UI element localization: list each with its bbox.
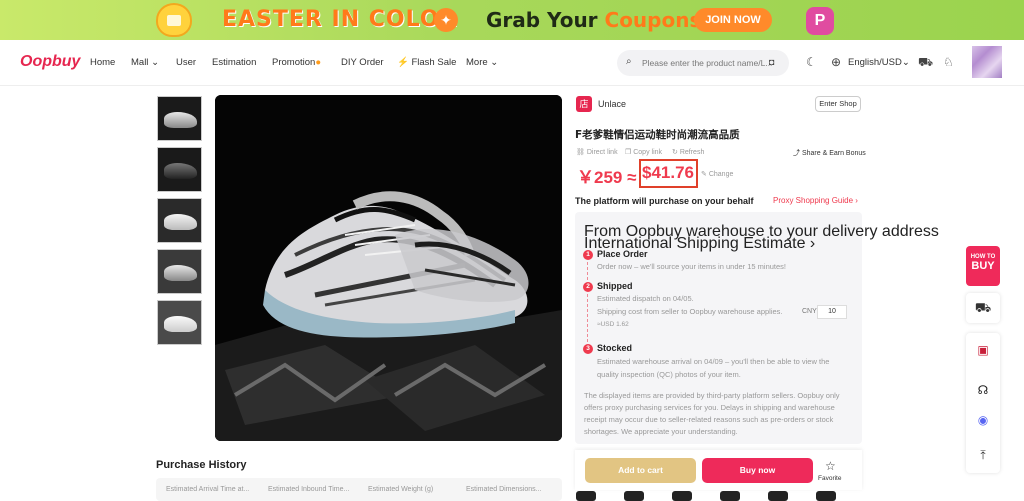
step-connector <box>587 294 588 342</box>
lightning-icon: ⚡ <box>397 57 409 68</box>
behalf-title: The platform will purchase on your behal… <box>575 196 754 206</box>
chevron-down-icon: ⌄ <box>490 57 499 68</box>
enter-shop-button[interactable]: Enter Shop <box>815 96 861 112</box>
moon-icon[interactable]: ☾ <box>806 55 817 69</box>
language-selector[interactable]: English/USD⌄ <box>848 57 910 68</box>
disclaimer-text: The displayed items are provided by thir… <box>584 391 840 436</box>
buy-now-button[interactable]: Buy now <box>702 458 813 483</box>
refresh-icon: ↻ <box>672 149 678 156</box>
shipping-cost-input[interactable]: 10 <box>817 305 847 319</box>
nav-flash-sale[interactable]: ⚡ Flash Sale <box>397 57 456 68</box>
related-item[interactable] <box>768 491 788 501</box>
how-to-buy-button[interactable]: HOW TO BUY <box>966 246 1000 286</box>
add-to-cart-button[interactable]: Add to cart <box>585 458 696 483</box>
egg-icon <box>156 3 192 37</box>
shop-icon: 店 <box>576 96 592 112</box>
top-nav: Oopbuy Home Mall ⌄ User Estimation Promo… <box>0 40 1024 86</box>
thumbnail[interactable] <box>157 249 202 294</box>
related-item[interactable] <box>672 491 692 501</box>
price-cny: ￥259 ≈ <box>577 168 637 187</box>
banner-title: EASTER IN COLOR <box>222 7 458 32</box>
gift-icon[interactable]: ▣ <box>966 343 1000 357</box>
search-input[interactable]: Please enter the product name/L... <box>642 58 772 68</box>
nav-promotion[interactable]: Promotion● <box>272 57 321 68</box>
copy-link-button[interactable]: ❐ Copy link <box>625 148 662 156</box>
thumbnail[interactable] <box>157 96 202 141</box>
thumbnail[interactable] <box>157 147 202 192</box>
join-now-button[interactable]: JOIN NOW <box>694 8 772 32</box>
globe-icon[interactable]: ⊕ <box>831 55 841 69</box>
search-bar[interactable]: ⌕ Please enter the product name/L... ◘ <box>617 50 789 76</box>
favorite-label[interactable]: Favorite <box>818 475 841 482</box>
change-currency-button[interactable]: ✎ Change <box>701 170 733 178</box>
step-desc: Order now – we'll source your items in u… <box>597 262 787 271</box>
step-number: 2 <box>583 282 593 292</box>
purchase-history-title: Purchase History <box>156 459 247 471</box>
bell-icon[interactable]: ♘ <box>943 55 954 69</box>
usd-conversion: ≈USD 1.62 <box>597 321 629 328</box>
sparkle-icon: ✦ <box>434 8 458 32</box>
search-icon: ⌕ <box>626 56 632 67</box>
chevron-right-icon: › <box>855 196 858 205</box>
proxy-guide-link[interactable]: Proxy Shopping Guide › <box>773 196 858 205</box>
refresh-button[interactable]: ↻ Refresh <box>672 148 704 156</box>
nav-mall[interactable]: Mall ⌄ <box>131 57 159 68</box>
cart-icon[interactable]: ⛟ <box>966 293 1000 323</box>
cart-icon[interactable]: ⛟ <box>918 55 933 71</box>
thumbnail[interactable] <box>157 198 202 243</box>
promo-coin-icon: ● <box>315 57 322 68</box>
step-desc: Shipping cost from seller to Oopbuy ware… <box>597 307 783 316</box>
share-button[interactable]: ⤴ Share & Earn Bonus <box>793 148 866 158</box>
nav-user[interactable]: User <box>176 57 196 68</box>
banner-subtitle: Grab Your Coupons <box>486 8 702 32</box>
step-desc: quality inspection (QC) photos of your i… <box>597 370 741 379</box>
related-item[interactable] <box>816 491 836 501</box>
discord-icon[interactable]: ◉ <box>966 413 1000 427</box>
logo[interactable]: Oopbuy <box>20 53 80 71</box>
nav-diy-order[interactable]: DIY Order <box>341 57 384 68</box>
direct-link-button[interactable]: ⛓ Direct link <box>576 148 618 156</box>
camera-icon[interactable]: ◘ <box>769 57 774 67</box>
edit-icon: ✎ <box>701 171 707 178</box>
shop-name[interactable]: Unlace <box>598 99 626 109</box>
step-desc: Estimated warehouse arrival on 04/09 – y… <box>597 357 830 366</box>
related-item[interactable] <box>624 491 644 501</box>
product-title: F老爹鞋情侣运动鞋时尚潮流高品质 <box>575 129 740 141</box>
copy-icon: ❐ <box>625 149 632 156</box>
back-to-top-icon[interactable]: ⤒ <box>966 448 1000 463</box>
price-usd: $41.76 <box>642 163 694 182</box>
history-column: Estimated Dimensions... <box>466 486 542 493</box>
thumbnail[interactable] <box>157 300 202 345</box>
cny-label: CNY <box>802 308 817 315</box>
step-desc: Estimated dispatch on 04/05. <box>597 294 694 303</box>
step-title: Stocked <box>597 343 633 353</box>
history-column: Estimated Inbound Time... <box>268 486 350 493</box>
side-tools-panel: ▣ ☊ ◉ ⤒ <box>966 333 1000 473</box>
step-number: 1 <box>583 250 593 260</box>
share-icon: ⤴ <box>793 150 800 157</box>
history-column: Estimated Weight (g) <box>368 486 434 493</box>
nav-home[interactable]: Home <box>90 57 115 68</box>
headset-icon[interactable]: ☊ <box>966 383 1000 397</box>
nav-estimation[interactable]: Estimation <box>212 57 256 68</box>
history-column: Estimated Arrival Time at... <box>166 486 250 493</box>
link-icon: ⛓ <box>576 149 585 156</box>
step-title: Shipped <box>597 281 633 291</box>
purchase-history-header: Estimated Arrival Time at... Estimated I… <box>156 478 562 501</box>
nav-more[interactable]: More ⌄ <box>466 57 498 68</box>
sneaker-photo <box>215 95 562 441</box>
promo-banner[interactable]: EASTER IN COLOR ✦ Grab Your Coupons JOIN… <box>0 0 1024 40</box>
chevron-down-icon: ⌄ <box>151 57 160 68</box>
related-item[interactable] <box>576 491 596 501</box>
step-number: 3 <box>583 344 593 354</box>
product-image[interactable] <box>215 95 562 441</box>
avatar[interactable] <box>972 46 1002 78</box>
step-connector <box>587 262 588 280</box>
star-icon[interactable]: ☆ <box>825 459 836 473</box>
thumbnail-list <box>157 96 202 351</box>
step-title: Place Order <box>597 249 648 259</box>
brand-badge: P <box>806 7 834 35</box>
related-item[interactable] <box>720 491 740 501</box>
